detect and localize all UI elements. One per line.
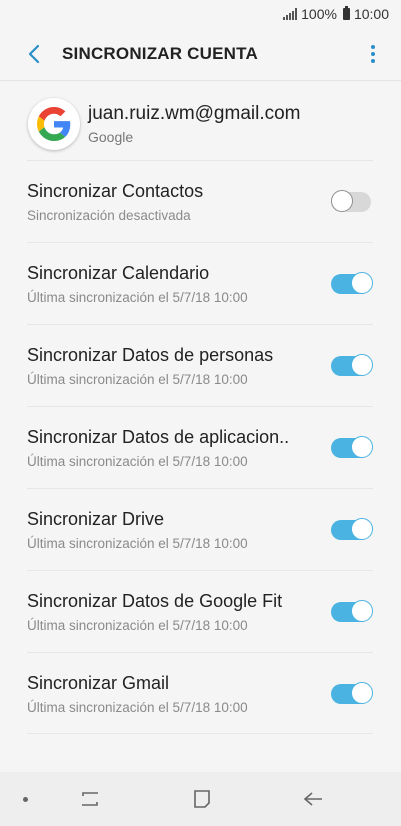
navigation-bar xyxy=(0,772,401,826)
sync-item-people[interactable]: Sincronizar Datos de personas Última sin… xyxy=(27,324,373,406)
sync-item-contacts[interactable]: Sincronizar Contactos Sincronización des… xyxy=(27,160,373,242)
sync-toggle[interactable] xyxy=(331,436,373,459)
account-email: juan.ruiz.wm@gmail.com xyxy=(88,103,301,124)
battery-level: 100% xyxy=(301,6,337,22)
sync-toggle[interactable] xyxy=(331,272,373,295)
sync-item-status: Última sincronización el 5/7/18 10:00 xyxy=(27,618,248,633)
account-header: juan.ruiz.wm@gmail.com Google xyxy=(28,88,373,160)
signal-icon xyxy=(283,8,298,20)
sync-item-title: Sincronizar Datos de Google Fit xyxy=(27,591,283,611)
status-bar: 100% 10:00 xyxy=(0,0,401,28)
nav-dot-icon xyxy=(23,797,28,802)
sync-item-status: Última sincronización el 5/7/18 10:00 xyxy=(27,290,248,305)
sync-item-title: Sincronizar Drive xyxy=(27,509,165,529)
sync-item-title: Sincronizar Calendario xyxy=(27,263,210,283)
sync-item-title: Sincronizar Gmail xyxy=(27,673,170,693)
recent-apps-icon xyxy=(82,792,98,806)
sync-item-app-data[interactable]: Sincronizar Datos de aplicacion.. Última… xyxy=(27,406,373,488)
sync-item-calendar[interactable]: Sincronizar Calendario Última sincroniza… xyxy=(27,242,373,324)
back-nav-button[interactable] xyxy=(299,786,327,812)
sync-item-status: Última sincronización el 5/7/18 10:00 xyxy=(27,372,248,387)
home-button[interactable] xyxy=(188,786,216,812)
google-logo-icon xyxy=(28,98,80,150)
back-icon xyxy=(303,792,322,806)
sync-item-drive[interactable]: Sincronizar Drive Última sincronización … xyxy=(27,488,373,570)
more-options-button[interactable] xyxy=(365,42,381,66)
sync-toggle[interactable] xyxy=(331,600,373,623)
sync-item-status: Sincronización desactivada xyxy=(27,208,191,223)
sync-toggle[interactable] xyxy=(331,682,373,705)
home-icon xyxy=(194,790,210,808)
battery-icon xyxy=(342,6,350,20)
back-button[interactable] xyxy=(6,28,62,80)
sync-item-gmail[interactable]: Sincronizar Gmail Última sincronización … xyxy=(27,652,373,734)
account-info: juan.ruiz.wm@gmail.com Google xyxy=(88,103,301,145)
sync-item-google-fit[interactable]: Sincronizar Datos de Google Fit Última s… xyxy=(27,570,373,652)
sync-toggle[interactable] xyxy=(331,190,373,213)
sync-item-status: Última sincronización el 5/7/18 10:00 xyxy=(27,454,248,469)
sync-toggle[interactable] xyxy=(331,518,373,541)
clock: 10:00 xyxy=(353,6,389,22)
arrow-left-icon xyxy=(28,44,40,64)
sync-item-title: Sincronizar Datos de aplicacion.. xyxy=(27,427,290,447)
divider xyxy=(0,80,401,81)
sync-item-status: Última sincronización el 5/7/18 10:00 xyxy=(27,536,248,551)
more-vert-icon xyxy=(371,45,375,49)
sync-toggle[interactable] xyxy=(331,354,373,377)
app-bar: SINCRONIZAR CUENTA xyxy=(0,28,401,80)
sync-item-status: Última sincronización el 5/7/18 10:00 xyxy=(27,700,248,715)
recent-apps-button[interactable] xyxy=(76,786,104,812)
sync-item-title: Sincronizar Datos de personas xyxy=(27,345,274,365)
sync-list: Sincronizar Contactos Sincronización des… xyxy=(0,160,401,734)
sync-item-title: Sincronizar Contactos xyxy=(27,181,204,201)
page-title: SINCRONIZAR CUENTA xyxy=(62,44,258,63)
account-type: Google xyxy=(88,129,134,145)
